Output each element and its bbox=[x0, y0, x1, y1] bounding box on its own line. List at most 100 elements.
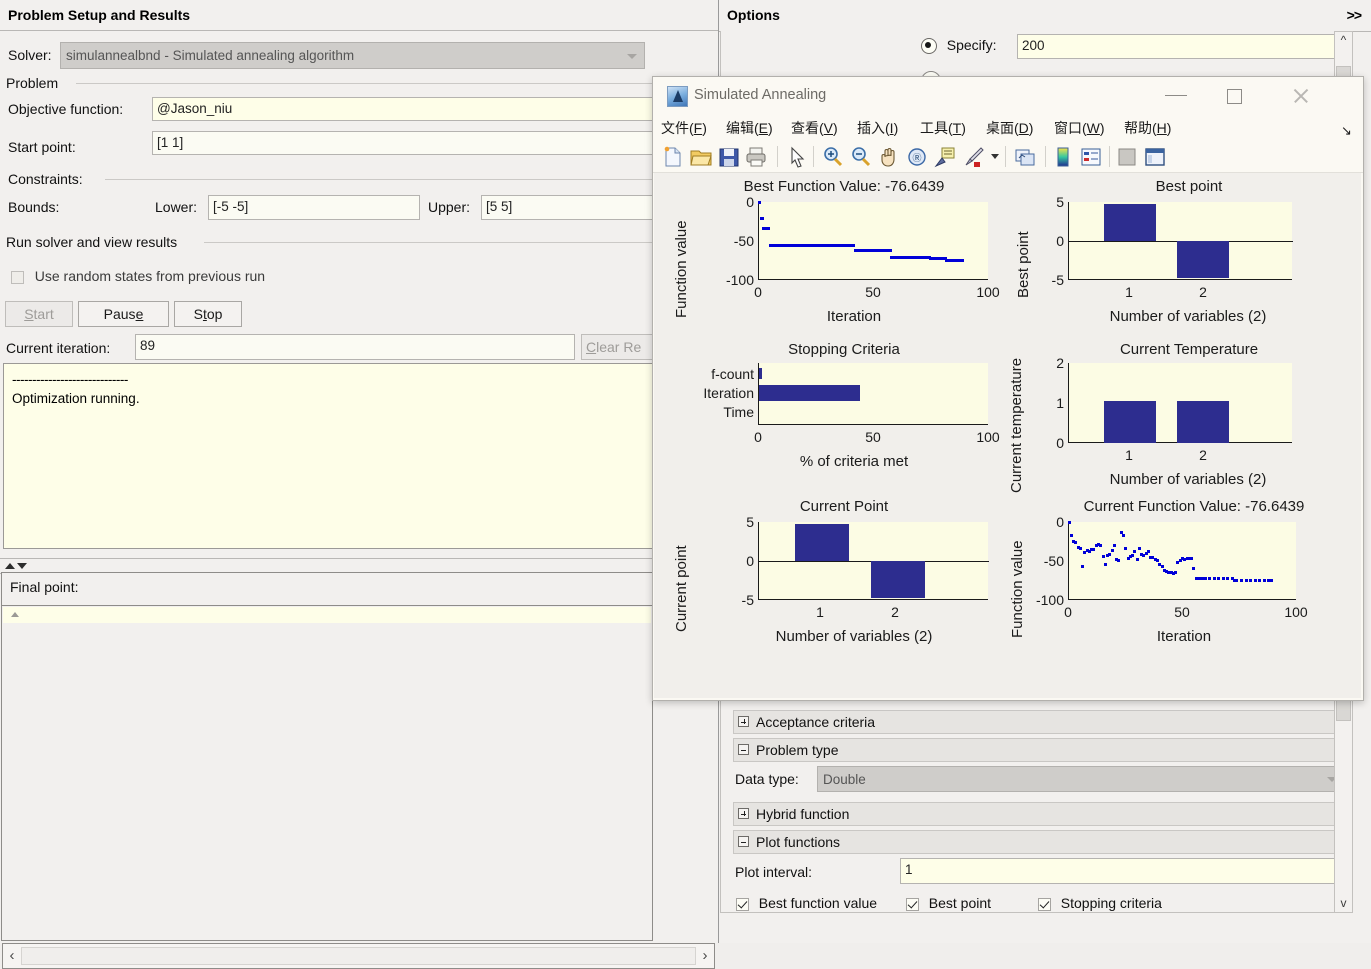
y-tick: 5 bbox=[724, 514, 754, 530]
menu-view[interactable]: 查看(V) bbox=[791, 114, 838, 142]
link-plot-icon[interactable] bbox=[1013, 145, 1037, 169]
results-output-box: ----------------------------- Optimizati… bbox=[3, 363, 653, 549]
y-tick: -50 bbox=[714, 233, 754, 249]
expand-plus-icon[interactable] bbox=[738, 808, 749, 819]
data-type-dropdown[interactable]: Double bbox=[817, 766, 1345, 792]
rotate-3d-icon[interactable]: Ⓡ bbox=[905, 145, 929, 169]
constraints-group-label: Constraints: bbox=[8, 171, 89, 187]
data-point bbox=[1070, 534, 1073, 537]
figure-plot-canvas: Best Function Value: -76.6439 Function v… bbox=[654, 173, 1361, 698]
collapse-up-icon[interactable] bbox=[5, 563, 15, 569]
data-segment bbox=[759, 201, 761, 204]
hide-plot-tools-icon[interactable] bbox=[1115, 145, 1139, 169]
menu-desktop[interactable]: 桌面(D) bbox=[986, 114, 1033, 142]
results-line-2: Optimization running. bbox=[12, 389, 644, 408]
open-file-icon[interactable] bbox=[689, 145, 713, 169]
pointer-icon[interactable] bbox=[785, 145, 809, 169]
specify-radio[interactable]: Specify: bbox=[921, 37, 997, 54]
x-axis-label: Iteration bbox=[1014, 628, 1354, 645]
data-point bbox=[1104, 563, 1107, 566]
close-button[interactable] bbox=[1271, 77, 1329, 114]
collapse-minus-icon[interactable] bbox=[738, 836, 749, 847]
data-type-value: Double bbox=[823, 772, 866, 787]
maximize-button[interactable] bbox=[1205, 77, 1263, 114]
lower-bound-label: Lower: bbox=[155, 199, 197, 215]
radio-circle bbox=[921, 38, 937, 54]
figure-window-title: Simulated Annealing bbox=[694, 77, 826, 114]
minimize-button[interactable] bbox=[1147, 77, 1205, 114]
checkbox-best-point[interactable]: Best point bbox=[906, 895, 991, 911]
menu-window[interactable]: 窗口(W) bbox=[1054, 114, 1105, 142]
menu-overflow-icon[interactable]: ↘ bbox=[1341, 123, 1352, 139]
collapse-minus-icon[interactable] bbox=[738, 744, 749, 755]
section-hybrid-function[interactable]: Hybrid function bbox=[733, 802, 1352, 826]
colorbar-icon[interactable] bbox=[1051, 145, 1075, 169]
section-acceptance-criteria[interactable]: Acceptance criteria bbox=[733, 710, 1352, 734]
lower-bound-input[interactable]: [-5 -5] bbox=[208, 195, 420, 220]
pause-button[interactable]: Pause bbox=[78, 301, 169, 327]
y-tick: -5 bbox=[1026, 272, 1064, 288]
show-plot-tools-icon[interactable] bbox=[1143, 145, 1167, 169]
y-category-f-count: f-count bbox=[698, 366, 754, 382]
legend-icon[interactable] bbox=[1079, 145, 1103, 169]
section-problem-type[interactable]: Problem type bbox=[733, 738, 1352, 762]
data-point bbox=[1156, 559, 1159, 562]
collapse-down-icon[interactable] bbox=[17, 563, 27, 569]
chart-title: Stopping Criteria bbox=[684, 341, 1004, 358]
save-figure-icon[interactable] bbox=[717, 145, 741, 169]
zoom-out-icon[interactable] bbox=[849, 145, 873, 169]
data-cursor-icon[interactable] bbox=[933, 145, 957, 169]
scroll-left-icon[interactable]: ‹ bbox=[3, 944, 21, 968]
data-point bbox=[1122, 534, 1125, 537]
x-axis-label: Number of variables (2) bbox=[704, 628, 1004, 645]
problem-group-label: Problem bbox=[6, 75, 64, 91]
x-axis-label: Iteration bbox=[704, 308, 1004, 325]
expand-plus-icon[interactable] bbox=[738, 716, 749, 727]
figure-title-bar[interactable]: Simulated Annealing bbox=[653, 77, 1363, 114]
new-figure-icon[interactable] bbox=[661, 145, 685, 169]
menu-help[interactable]: 帮助(H) bbox=[1124, 114, 1171, 142]
objective-function-input[interactable]: @Jason_niu bbox=[152, 97, 712, 121]
bar-var-1 bbox=[1104, 401, 1156, 443]
chart-title: Current Function Value: -76.6439 bbox=[1034, 498, 1354, 515]
options-expand-button[interactable]: >> bbox=[1347, 0, 1361, 31]
x-tick: 0 bbox=[1064, 604, 1072, 620]
results-line-1: ----------------------------- bbox=[12, 370, 644, 389]
data-point bbox=[1131, 554, 1134, 557]
scroll-down-icon[interactable]: v bbox=[1335, 895, 1352, 912]
plot-area bbox=[758, 363, 988, 425]
zoom-in-icon[interactable] bbox=[821, 145, 845, 169]
specify-input[interactable]: 200 bbox=[1017, 34, 1345, 59]
horizontal-scrollbar[interactable]: ‹ › bbox=[2, 943, 715, 969]
pan-icon[interactable] bbox=[877, 145, 901, 169]
solver-dropdown[interactable]: simulannealbnd - Simulated annealing alg… bbox=[60, 42, 645, 69]
start-button[interactable]: Start bbox=[5, 301, 73, 327]
current-iteration-label: Current iteration: bbox=[6, 340, 110, 356]
start-point-input[interactable]: [1 1] bbox=[152, 131, 712, 155]
plot-interval-input[interactable]: 1 bbox=[900, 858, 1345, 884]
stop-button[interactable]: Stop bbox=[174, 301, 242, 327]
print-figure-icon[interactable] bbox=[745, 145, 769, 169]
chart-title: Best point bbox=[1034, 178, 1344, 195]
group-divider bbox=[204, 242, 716, 243]
menu-insert[interactable]: 插入(I) bbox=[857, 114, 898, 142]
menu-file[interactable]: 文件(F) bbox=[661, 114, 707, 142]
x-tick: 100 bbox=[976, 429, 999, 445]
scroll-up-icon[interactable] bbox=[11, 612, 19, 617]
data-point bbox=[1174, 571, 1177, 574]
checkbox-best-function-value[interactable]: Best function value bbox=[736, 895, 877, 911]
data-type-label: Data type: bbox=[735, 771, 799, 787]
chevron-down-icon[interactable] bbox=[991, 154, 999, 159]
use-random-states-checkbox[interactable]: Use random states from previous run bbox=[11, 268, 265, 284]
scroll-right-icon[interactable]: › bbox=[696, 944, 714, 968]
scrollbar-track[interactable] bbox=[21, 947, 696, 965]
y-tick: 0 bbox=[724, 553, 754, 569]
section-plot-functions[interactable]: Plot functions bbox=[733, 830, 1352, 854]
checkbox-stopping-criteria[interactable]: Stopping criteria bbox=[1038, 895, 1162, 911]
menu-tools[interactable]: 工具(T) bbox=[920, 114, 966, 142]
data-point bbox=[1136, 558, 1139, 561]
current-iteration-input[interactable]: 89 bbox=[135, 334, 575, 360]
menu-edit[interactable]: 编辑(E) bbox=[726, 114, 773, 142]
scroll-up-icon[interactable]: ^ bbox=[1335, 32, 1352, 49]
brush-icon[interactable] bbox=[961, 145, 985, 169]
